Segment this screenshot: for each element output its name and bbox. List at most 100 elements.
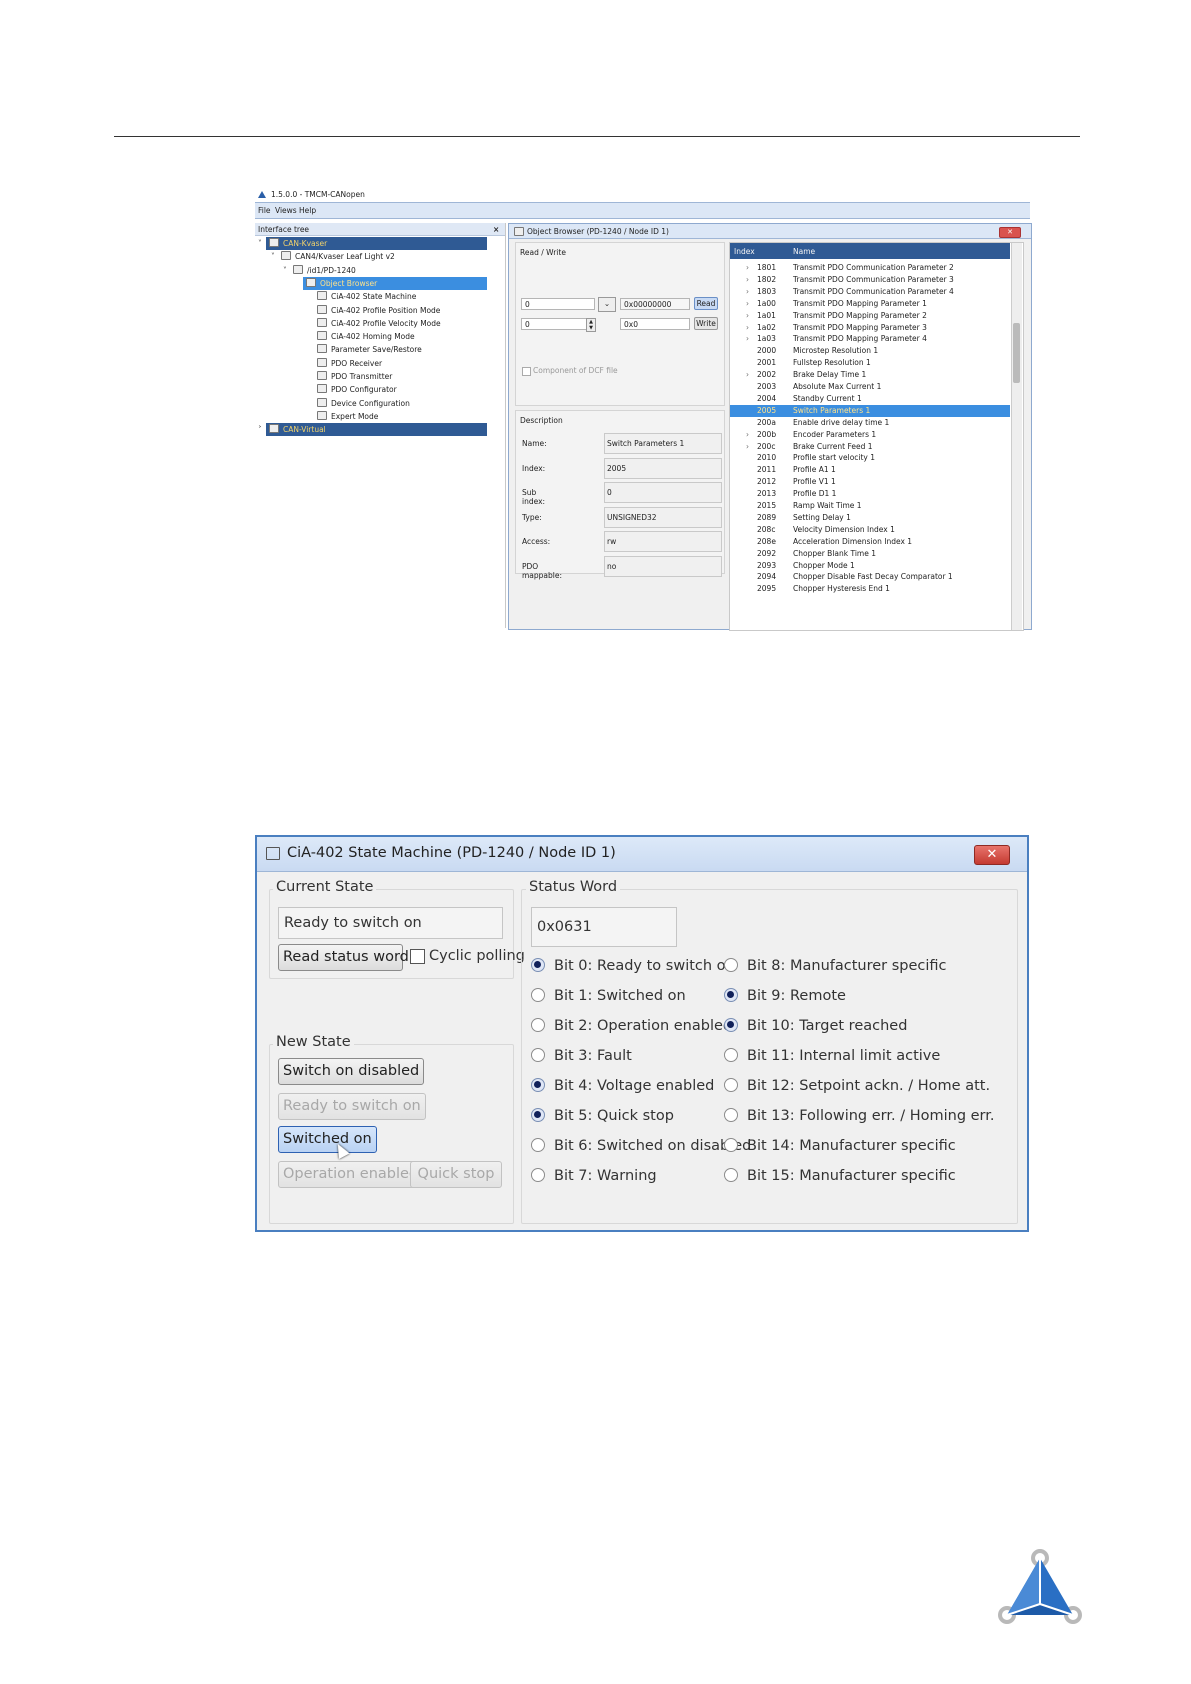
tree-item[interactable]: CiA-402 Profile Position Mode [303,304,440,317]
expander-icon[interactable]: ˃ [258,423,262,436]
expander-icon[interactable]: ˅ [271,250,275,263]
cyclic-polling-checkbox[interactable] [410,949,425,964]
chevron-right-icon[interactable]: › [746,322,749,334]
description-row-value: UNSIGNED32 [604,506,722,528]
object-list-row[interactable]: 2000 Microstep Resolution 1 [730,345,1010,357]
status-bit-label: Bit 11: Internal limit active [747,1048,941,1064]
object-list-row[interactable]: › 200c Brake Current Feed 1 [730,441,1010,453]
tree-item[interactable]: ˅ CAN4/Kvaser Leaf Light v2 [267,250,395,263]
tree-item[interactable]: Expert Mode [303,410,378,423]
index-input[interactable]: 0 [521,298,595,310]
object-list-row[interactable]: 208c Velocity Dimension Index 1 [730,524,1010,536]
chevron-right-icon[interactable]: › [746,262,749,274]
scrollbar-thumb[interactable] [1013,323,1020,383]
object-list-row[interactable]: 2003 Absolute Max Current 1 [730,381,1010,393]
object-list-row[interactable]: 200a Enable drive delay time 1 [730,417,1010,429]
object-list-scrollbar[interactable] [1011,243,1022,630]
status-bit-label: Bit 0: Ready to switch on [554,958,735,974]
read-button[interactable]: Read [694,297,718,310]
object-list-row[interactable]: 2095 Chopper Hysteresis End 1 [730,583,1010,595]
chevron-right-icon[interactable]: › [746,274,749,286]
object-list-row[interactable]: 2092 Chopper Blank Time 1 [730,548,1010,560]
expander-icon[interactable]: ˅ [283,264,287,277]
object-list-row[interactable]: › 1a02 Transmit PDO Mapping Parameter 3 [730,322,1010,334]
object-list-row[interactable]: 208e Acceleration Dimension Index 1 [730,536,1010,548]
object-index: 2005 [757,405,777,415]
tree-item[interactable]: Object Browser [303,276,487,290]
chevron-right-icon[interactable]: › [746,369,749,381]
object-index: 2092 [757,548,777,558]
close-icon[interactable]: × [493,225,499,234]
object-name: Transmit PDO Communication Parameter 4 [793,286,954,296]
object-list-row[interactable]: 2015 Ramp Wait Time 1 [730,500,1010,512]
chevron-right-icon[interactable]: › [746,286,749,298]
object-name: Fullstep Resolution 1 [793,358,871,368]
switched-on-button[interactable]: Switched on [278,1126,377,1153]
menu-views[interactable]: Views [275,206,297,215]
read-status-word-button[interactable]: Read status word [278,944,409,971]
object-list-row[interactable]: › 200b Encoder Parameters 1 [730,429,1010,441]
tree-item[interactable]: PDO Configurator [303,383,397,396]
tree-item[interactable]: CiA-402 Homing Mode [303,330,415,343]
object-list-row[interactable]: 2094 Chopper Disable Fast Decay Comparato… [730,571,1010,583]
close-button[interactable]: ✕ [974,845,1010,865]
tree-item[interactable]: CiA-402 State Machine [303,290,416,303]
chevron-down-icon[interactable]: ⌄ [598,297,616,312]
object-list-row[interactable]: › 1a03 Transmit PDO Mapping Parameter 4 [730,333,1010,345]
object-list-row[interactable]: 2013 Profile D1 1 [730,488,1010,500]
write-value-input[interactable]: 0x0 [620,318,690,330]
chevron-right-icon[interactable]: › [746,298,749,310]
tree-item[interactable]: ˅ /id1/PD-1240 [279,264,356,277]
tree-item[interactable]: CiA-402 Profile Velocity Mode [303,317,441,330]
tree-item[interactable]: Device Configuration [303,397,410,410]
quick-stop-button[interactable]: Quick stop [410,1161,502,1188]
menu-file[interactable]: File [258,206,271,215]
tree-item-label: CiA-402 Profile Position Mode [331,305,441,315]
object-list-row[interactable]: 2005 Switch Parameters 1 [730,404,1010,417]
object-name: Brake Delay Time 1 [793,370,867,380]
subindex-input[interactable]: 0 [521,318,587,330]
object-list-row[interactable]: 2093 Chopper Mode 1 [730,560,1010,572]
object-list-row[interactable]: 2011 Profile A1 1 [730,464,1010,476]
tree-item[interactable]: ˅ CAN-Kvaser [258,237,487,250]
object-list-row[interactable]: 2004 Standby Current 1 [730,393,1010,405]
object-index: 2013 [757,489,777,499]
menu-help[interactable]: Help [299,206,316,215]
write-button[interactable]: Write [694,317,718,330]
tree-item[interactable]: Parameter Save/Restore [303,343,422,356]
chevron-right-icon[interactable]: › [746,441,749,453]
chevron-right-icon[interactable]: › [746,429,749,441]
node-icon [317,291,327,301]
status-bit-label: Bit 9: Remote [747,988,846,1004]
tree-item[interactable]: ˃ CAN-Virtual [258,423,487,437]
switch-on-disabled-button[interactable]: Switch on disabled [278,1058,425,1085]
object-index: 200a [757,417,776,427]
column-index[interactable]: Index [734,247,755,256]
object-index: 1a01 [757,310,776,320]
node-icon [269,424,279,434]
object-list-row[interactable]: 2012 Profile V1 1 [730,476,1010,488]
expander-icon[interactable]: ˅ [258,237,262,250]
object-list-row[interactable]: › 1802 Transmit PDO Communication Paramete… [730,274,1010,286]
spinner-icon[interactable]: ▲ ▼ [586,318,596,332]
column-name[interactable]: Name [793,247,815,256]
object-list-row[interactable]: 2010 Profile start velocity 1 [730,452,1010,464]
chevron-right-icon[interactable]: › [746,310,749,322]
node-icon [317,384,327,394]
object-list-row[interactable]: › 1a00 Transmit PDO Mapping Parameter 1 [730,298,1010,310]
chevron-right-icon[interactable]: › [746,333,749,345]
object-list-row[interactable]: › 2002 Brake Delay Time 1 [730,369,1010,381]
object-list-row[interactable]: › 1a01 Transmit PDO Mapping Parameter 2 [730,310,1010,322]
radio-unchecked-icon [531,1018,545,1032]
object-list-row[interactable]: 2089 Setting Delay 1 [730,512,1010,524]
object-list-row[interactable]: › 1801 Transmit PDO Communication Paramete… [730,262,1010,274]
object-list-row[interactable]: 2001 Fullstep Resolution 1 [730,357,1010,369]
ready-to-switch-on-button[interactable]: Ready to switch on [278,1093,426,1120]
object-list-row[interactable]: › 1803 Transmit PDO Communication Paramete… [730,286,1010,298]
object-name: Absolute Max Current 1 [793,382,882,391]
tree-item[interactable]: PDO Receiver [303,357,382,370]
close-button[interactable]: ✕ [999,227,1021,238]
tree-item[interactable]: PDO Transmitter [303,370,392,383]
operation-enabled-button[interactable]: Operation enabled [278,1161,424,1188]
dcf-checkbox[interactable] [522,367,531,376]
